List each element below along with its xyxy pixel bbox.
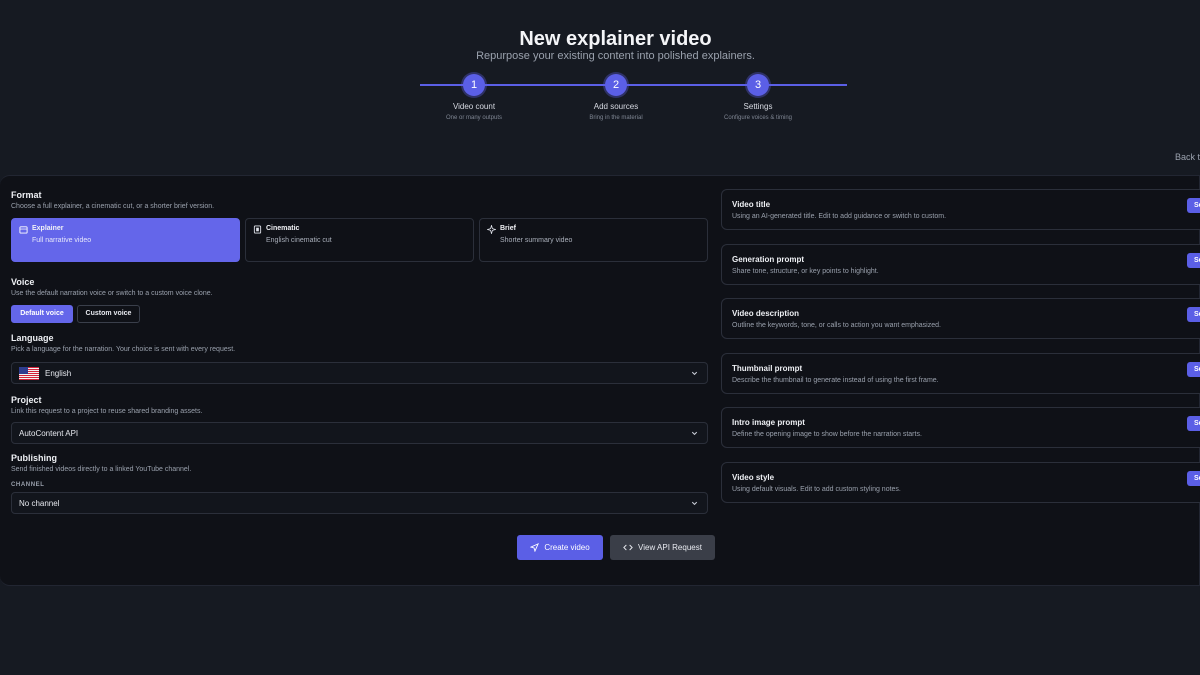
custom-voice-button[interactable]: Custom voice — [77, 305, 140, 323]
step-subtitle: One or many outputs — [445, 115, 503, 121]
step-settings[interactable]: 3 Settings Configure voices & timing — [698, 74, 818, 121]
setting-title: Generation prompt — [732, 255, 805, 264]
setting-button[interactable]: Se — [1187, 416, 1200, 431]
step-title: Video count — [452, 102, 496, 111]
page-subtitle: Repurpose your existing content into pol… — [476, 50, 755, 62]
film-icon — [253, 225, 262, 234]
format-hint: Choose a full explainer, a cinematic cut… — [11, 203, 215, 210]
stepper: 1 Video count One or many outputs 2 Add … — [420, 74, 847, 134]
channel-select[interactable]: No channel — [11, 492, 708, 514]
back-link[interactable]: Back to — [1175, 152, 1200, 162]
step-number: 3 — [747, 74, 769, 96]
language-label: Language — [11, 333, 54, 343]
default-voice-button[interactable]: Default voice — [11, 305, 73, 323]
step-number: 1 — [463, 74, 485, 96]
setting-subtitle: Using default visuals. Edit to add custo… — [732, 486, 901, 493]
send-icon — [530, 543, 540, 552]
publishing-hint: Send finished videos directly to a linke… — [11, 466, 192, 473]
create-video-label: Create video — [544, 543, 590, 552]
setting-title: Video title — [732, 200, 771, 209]
format-option-title: Explainer — [32, 225, 64, 232]
project-select[interactable]: AutoContent API — [11, 422, 708, 444]
step-title: Settings — [743, 102, 773, 111]
setting-thumbnail-prompt: Thumbnail prompt Describe the thumbnail … — [721, 353, 1200, 394]
project-hint: Link this request to a project to reuse … — [11, 408, 203, 415]
view-api-request-label: View API Request — [638, 543, 702, 552]
create-video-button[interactable]: Create video — [517, 535, 603, 560]
setting-button[interactable]: Se — [1187, 471, 1200, 486]
setting-video-title: Video title Using an AI-generated title.… — [721, 189, 1200, 230]
page-title: New explainer video — [519, 28, 712, 50]
format-label: Format — [11, 190, 42, 200]
setting-button[interactable]: Se — [1187, 253, 1200, 268]
setting-button[interactable]: Se — [1187, 198, 1200, 213]
sparkle-icon — [487, 225, 496, 234]
video-icon — [19, 225, 28, 234]
setting-title: Video style — [732, 473, 775, 482]
code-icon — [623, 543, 633, 552]
format-option-subtitle: English cinematic cut — [266, 237, 332, 244]
format-option-subtitle: Shorter summary video — [500, 237, 573, 244]
setting-video-style: Video style Using default visuals. Edit … — [721, 462, 1200, 503]
language-value: English — [45, 369, 72, 378]
us-flag-icon — [19, 367, 39, 380]
publishing-label: Publishing — [11, 453, 57, 463]
step-video-count[interactable]: 1 Video count One or many outputs — [414, 74, 534, 121]
step-subtitle: Bring in the material — [589, 115, 643, 121]
format-option-subtitle: Full narrative video — [32, 237, 92, 244]
voice-label: Voice — [11, 277, 35, 287]
step-subtitle: Configure voices & timing — [723, 115, 793, 121]
language-hint: Pick a language for the narration. Your … — [11, 346, 236, 353]
format-option-title: Cinematic — [266, 225, 300, 232]
voice-hint: Use the default narration voice or switc… — [11, 290, 213, 297]
format-option-explainer[interactable]: Explainer Full narrative video — [11, 218, 240, 262]
setting-title: Thumbnail prompt — [732, 364, 803, 373]
chevron-down-icon — [690, 499, 699, 508]
chevron-down-icon — [690, 429, 699, 438]
view-api-request-button[interactable]: View API Request — [610, 535, 715, 560]
project-value: AutoContent API — [19, 429, 79, 438]
setting-title: Video description — [732, 309, 799, 318]
format-option-cinematic[interactable]: Cinematic English cinematic cut — [245, 218, 474, 262]
setting-generation-prompt: Generation prompt Share tone, structure,… — [721, 244, 1200, 285]
setting-subtitle: Share tone, structure, or key points to … — [732, 268, 879, 275]
step-number: 2 — [605, 74, 627, 96]
setting-intro-image-prompt: Intro image prompt Define the opening im… — [721, 407, 1200, 448]
setting-button[interactable]: Se — [1187, 362, 1200, 377]
channel-label: CHANNEL — [11, 482, 45, 488]
setting-button[interactable]: Se — [1187, 307, 1200, 322]
step-title: Add sources — [593, 102, 639, 111]
chevron-down-icon — [690, 369, 699, 378]
setting-video-description: Video description Outline the keywords, … — [721, 298, 1200, 339]
format-option-brief[interactable]: Brief Shorter summary video — [479, 218, 708, 262]
project-label: Project — [11, 395, 42, 405]
setting-title: Intro image prompt — [732, 418, 805, 427]
format-option-title: Brief — [500, 225, 516, 232]
language-select[interactable]: English — [11, 362, 708, 384]
setting-subtitle: Describe the thumbnail to generate inste… — [732, 377, 939, 384]
setting-subtitle: Using an AI-generated title. Edit to add… — [732, 213, 947, 220]
channel-value: No channel — [19, 499, 60, 508]
setting-subtitle: Define the opening image to show before … — [732, 431, 922, 438]
setting-subtitle: Outline the keywords, tone, or calls to … — [732, 322, 941, 329]
step-add-sources[interactable]: 2 Add sources Bring in the material — [556, 74, 676, 121]
